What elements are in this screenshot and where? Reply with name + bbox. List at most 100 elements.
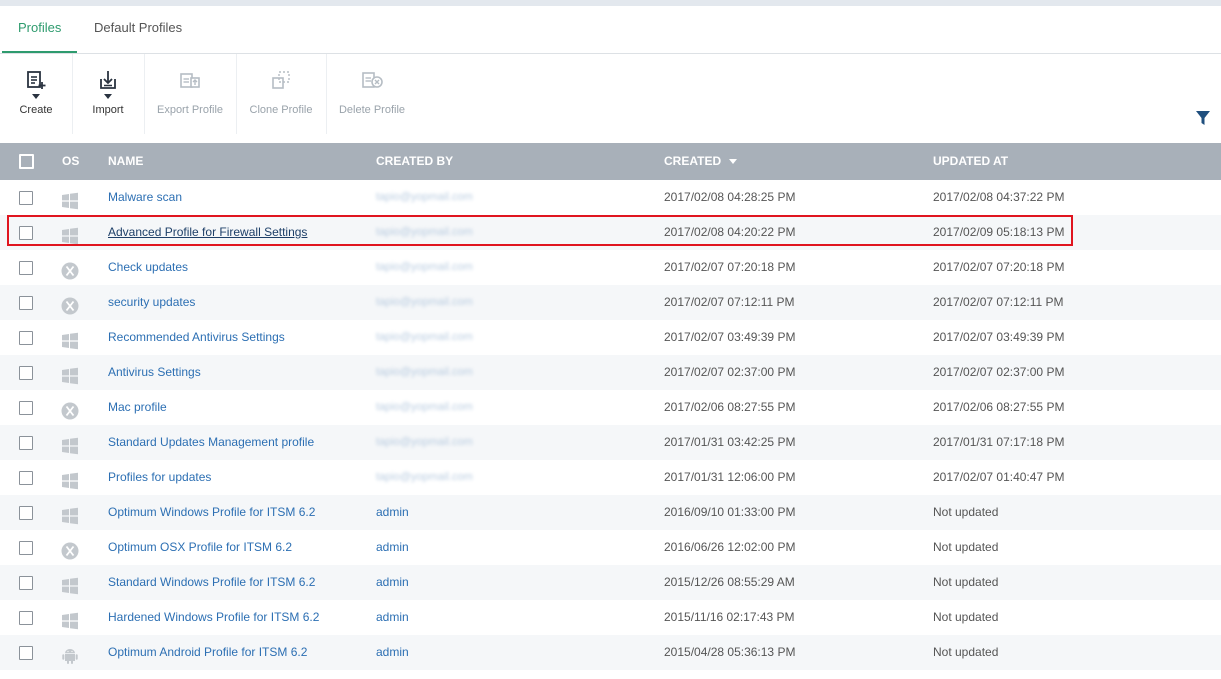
row-checkbox[interactable] <box>19 366 33 380</box>
created-cell: 2015/12/26 08:55:29 AM <box>664 575 795 589</box>
header-name[interactable]: NAME <box>108 143 143 180</box>
created-by-cell: tapio@yopmail.com <box>376 436 473 448</box>
tab-bar: Profiles Default Profiles <box>0 6 1221 54</box>
updated-at-cell: 2017/02/06 08:27:55 PM <box>933 400 1065 414</box>
table-row[interactable]: Check updates tapio@yopmail.com 2017/02/07… <box>0 250 1221 285</box>
updated-at-cell: Not updated <box>933 645 999 659</box>
table-row[interactable]: Antivirus Settings tapio@yopmail.com 2017/… <box>0 355 1221 390</box>
export-profile-label: Export Profile <box>156 104 224 116</box>
import-label: Import <box>92 104 124 116</box>
row-checkbox[interactable] <box>19 191 33 205</box>
updated-at-cell: 2017/02/09 05:18:13 PM <box>933 225 1065 239</box>
header-created-label: CREATED <box>664 154 722 168</box>
clone-icon <box>272 71 290 89</box>
header-created[interactable]: CREATED <box>664 143 738 180</box>
updated-at-cell: Not updated <box>933 610 999 624</box>
table-row[interactable]: Profiles for updates tapio@yopmail.com 201… <box>0 460 1221 495</box>
profile-name-link[interactable]: security updates <box>108 285 195 320</box>
row-checkbox[interactable] <box>19 541 33 555</box>
tab-default-profiles[interactable]: Default Profiles <box>78 6 198 52</box>
profile-name-link[interactable]: Optimum OSX Profile for ITSM 6.2 <box>108 530 292 565</box>
android-icon <box>61 644 79 664</box>
created-cell: 2017/02/07 07:20:18 PM <box>664 260 796 274</box>
toolbar: Create Import Export Profile Clone Profi… <box>0 54 1221 142</box>
delete-icon <box>362 72 383 88</box>
export-icon <box>180 73 200 88</box>
created-by-cell[interactable]: admin <box>376 495 409 530</box>
created-by-cell: tapio@yopmail.com <box>376 401 473 413</box>
profile-name-link[interactable]: Malware scan <box>108 180 182 215</box>
created-by-cell[interactable]: admin <box>376 600 409 635</box>
profile-name-link[interactable]: Recommended Antivirus Settings <box>108 320 285 355</box>
profile-name-link[interactable]: Mac profile <box>108 390 167 425</box>
updated-at-cell: Not updated <box>933 540 999 554</box>
profile-name-link[interactable]: Hardened Windows Profile for ITSM 6.2 <box>108 600 319 635</box>
row-checkbox[interactable] <box>19 436 33 450</box>
tab-profiles[interactable]: Profiles <box>2 6 78 53</box>
delete-profile-button[interactable]: Delete Profile <box>326 54 418 134</box>
header-updated-at[interactable]: UPDATED AT <box>933 143 1008 180</box>
row-checkbox[interactable] <box>19 296 33 310</box>
row-checkbox[interactable] <box>19 401 33 415</box>
created-by-cell[interactable]: admin <box>376 565 409 600</box>
header-os[interactable]: OS <box>62 143 79 180</box>
profile-name-link[interactable]: Optimum Android Profile for ITSM 6.2 <box>108 635 307 670</box>
table-row[interactable]: Malware scan tapio@yopmail.com 2017/02/08 … <box>0 180 1221 215</box>
table-row[interactable]: Mac profile tapio@yopmail.com 2017/02/06 0… <box>0 390 1221 425</box>
row-checkbox[interactable] <box>19 611 33 625</box>
mac-os-icon <box>61 294 79 315</box>
select-all-checkbox[interactable] <box>19 154 34 169</box>
mac-os-icon <box>61 259 79 280</box>
windows-icon <box>61 224 79 245</box>
created-by-cell[interactable]: admin <box>376 530 409 565</box>
windows-icon <box>61 434 79 455</box>
created-cell: 2017/02/08 04:28:25 PM <box>664 190 796 204</box>
updated-at-cell: 2017/02/07 03:49:39 PM <box>933 330 1065 344</box>
create-button[interactable]: Create <box>0 54 73 134</box>
profile-name-link[interactable]: Profiles for updates <box>108 460 211 495</box>
created-by-cell: tapio@yopmail.com <box>376 471 473 483</box>
row-checkbox[interactable] <box>19 506 33 520</box>
row-checkbox[interactable] <box>19 261 33 275</box>
profile-name-link[interactable]: Standard Windows Profile for ITSM 6.2 <box>108 565 315 600</box>
updated-at-cell: 2017/01/31 07:17:18 PM <box>933 435 1065 449</box>
profile-name-link[interactable]: Check updates <box>108 250 188 285</box>
created-by-cell: tapio@yopmail.com <box>376 296 473 308</box>
updated-at-cell: Not updated <box>933 575 999 589</box>
table-row[interactable]: Standard Updates Management profile tapio… <box>0 425 1221 460</box>
import-icon <box>100 71 116 89</box>
table-row[interactable]: Optimum Windows Profile for ITSM 6.2 admi… <box>0 495 1221 530</box>
row-checkbox[interactable] <box>19 331 33 345</box>
import-button[interactable]: Import <box>72 54 145 134</box>
table-row[interactable]: Hardened Windows Profile for ITSM 6.2 adm… <box>0 600 1221 635</box>
windows-icon <box>61 504 79 525</box>
row-checkbox[interactable] <box>19 226 33 240</box>
created-cell: 2017/02/06 08:27:55 PM <box>664 400 796 414</box>
table-row[interactable]: Standard Windows Profile for ITSM 6.2 adm… <box>0 565 1221 600</box>
profile-name-link[interactable]: Antivirus Settings <box>108 355 201 390</box>
row-checkbox[interactable] <box>19 471 33 485</box>
updated-at-cell: 2017/02/07 01:40:47 PM <box>933 470 1065 484</box>
export-profile-button[interactable]: Export Profile <box>144 54 237 134</box>
created-by-cell: tapio@yopmail.com <box>376 366 473 378</box>
table-row[interactable]: Recommended Antivirus Settings tapio@yopm… <box>0 320 1221 355</box>
table-row[interactable]: Optimum OSX Profile for ITSM 6.2 admin 201… <box>0 530 1221 565</box>
filter-icon[interactable] <box>1195 110 1211 126</box>
header-created-by[interactable]: CREATED BY <box>376 143 453 180</box>
table-row[interactable]: security updates tapio@yopmail.com 2017/02… <box>0 285 1221 320</box>
profile-name-link[interactable]: Standard Updates Management profile <box>108 425 314 460</box>
table-row[interactable]: Optimum Android Profile for ITSM 6.2 admi… <box>0 635 1221 670</box>
updated-at-cell: 2017/02/07 02:37:00 PM <box>933 365 1065 379</box>
row-checkbox[interactable] <box>19 646 33 660</box>
profile-name-link[interactable]: Optimum Windows Profile for ITSM 6.2 <box>108 495 315 530</box>
updated-at-cell: 2017/02/07 07:20:18 PM <box>933 260 1065 274</box>
created-by-cell: tapio@yopmail.com <box>376 226 473 238</box>
profile-name-link[interactable]: Advanced Profile for Firewall Settings <box>108 215 307 250</box>
windows-icon <box>61 574 79 595</box>
windows-icon <box>61 329 79 350</box>
row-checkbox[interactable] <box>19 576 33 590</box>
clone-profile-button[interactable]: Clone Profile <box>236 54 327 134</box>
table-row[interactable]: Advanced Profile for Firewall Settings ta… <box>0 215 1221 250</box>
created-by-cell[interactable]: admin <box>376 635 409 670</box>
updated-at-cell: 2017/02/07 07:12:11 PM <box>933 295 1064 309</box>
